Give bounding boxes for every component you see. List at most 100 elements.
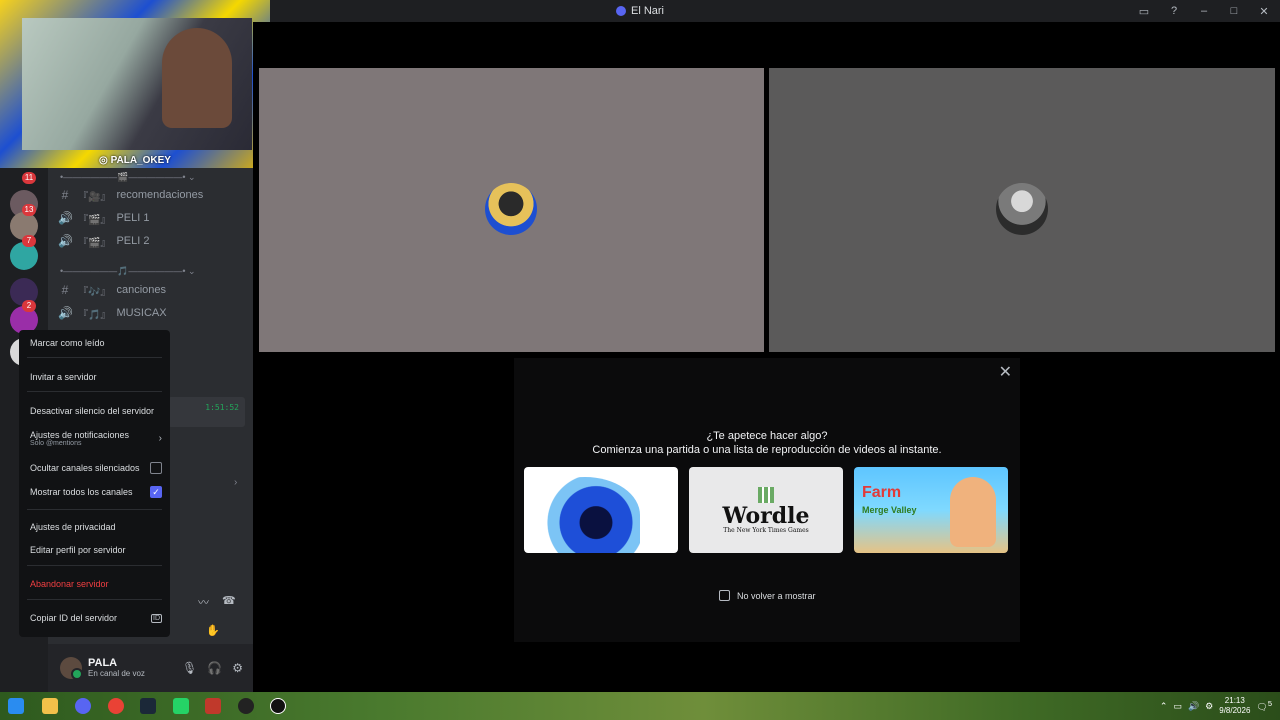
dont-show-label: No volver a mostrar	[737, 590, 816, 601]
menu-mark-read[interactable]: Marcar como leído	[30, 337, 162, 349]
channel-peli-1[interactable]: 🔊 『🎬』 PELI 1	[58, 208, 243, 228]
microphone-icon[interactable]: 🎙	[182, 661, 197, 675]
activity-subtitle: Comienza una partida o una lista de repr…	[592, 444, 942, 456]
dont-show-checkbox[interactable]	[719, 590, 730, 601]
channel-recomendaciones[interactable]: # 『🎥』 recomendaciones	[58, 185, 243, 205]
chrome-icon[interactable]	[108, 698, 124, 714]
menu-label: Marcar como leído	[30, 338, 105, 348]
activity-card-wordle[interactable]: Wordle The New York Times Games	[689, 467, 843, 553]
activity-prompt: ✕ ¿Te apetece hacer algo? Comienza una p…	[514, 358, 1020, 642]
menu-invite[interactable]: Invitar a servidor	[30, 371, 162, 383]
channel-canciones[interactable]: # 『🎶』 canciones	[58, 280, 243, 300]
activity-card-watch-together[interactable]: +	[524, 467, 678, 553]
disconnect-icon[interactable]: ☎	[222, 594, 236, 607]
server-icon	[615, 6, 626, 16]
menu-show-all[interactable]: Mostrar todos los canales ✓	[30, 485, 162, 499]
discord-icon[interactable]	[75, 698, 91, 714]
tray-chevron-up-icon[interactable]: ⌃	[1160, 701, 1168, 712]
windows-start-icon[interactable]	[8, 698, 24, 714]
unread-badge: 13	[22, 204, 36, 216]
farm-title: Farm Merge Valley	[862, 485, 917, 518]
participant-tile-1[interactable]	[259, 68, 764, 352]
text-channel-icon: #	[61, 188, 69, 202]
soundboard-icon[interactable]: ✋	[206, 624, 220, 637]
voice-channel-active[interactable]: 1:51:52	[168, 397, 245, 427]
menu-unmute-server[interactable]: Desactivar silencio del servidor	[30, 405, 162, 417]
farm-subtitle: Merge Valley	[862, 505, 917, 515]
farm-title-text: Farm	[862, 484, 902, 501]
text-channel-icon: #	[61, 283, 69, 297]
menu-hide-muted[interactable]: Ocultar canales silenciados	[30, 461, 162, 475]
clock-app-icon[interactable]	[270, 698, 286, 714]
menu-separator	[27, 599, 162, 600]
notifications-icon[interactable]: 🗨5	[1256, 699, 1272, 713]
menu-leave-server[interactable]: Abandonar servidor	[30, 578, 162, 590]
help-icon[interactable]: ?	[1166, 5, 1182, 17]
category-divider: •——————🎬——————• ⌄	[60, 172, 196, 182]
hide-muted-checkbox[interactable]	[150, 462, 162, 474]
channel-name: PELI 1	[116, 212, 150, 224]
server-context-menu: Marcar como leído Invitar a servidor Des…	[19, 330, 170, 637]
minimize-button[interactable]: –	[1196, 5, 1212, 17]
close-icon[interactable]: ✕	[999, 362, 1012, 382]
inbox-icon[interactable]: ▭	[1136, 5, 1152, 18]
app-icon[interactable]	[238, 698, 254, 714]
menu-sublabel: Solo @mentions	[30, 439, 82, 447]
file-explorer-icon[interactable]	[42, 698, 58, 714]
user-panel: PALA En canal de voz 🎙 🎧 ⚙	[48, 644, 253, 692]
menu-separator	[27, 391, 162, 392]
close-window-button[interactable]: ✕	[1256, 5, 1272, 18]
farm-character-image	[950, 477, 996, 547]
volume-icon[interactable]: 🔊	[1188, 701, 1199, 712]
whatsapp-icon[interactable]	[173, 698, 189, 714]
participant-avatar	[485, 183, 537, 235]
handle-text: PALA_OKEY	[110, 155, 171, 166]
noise-suppression-icon[interactable]: 〰	[198, 594, 209, 610]
chevron-right-icon[interactable]: ›	[234, 477, 237, 488]
wordle-subtitle: The New York Times Games	[723, 526, 809, 534]
wordle-grid-icon	[758, 486, 774, 503]
clock-time: 21:13	[1224, 696, 1245, 705]
notification-count: 5	[1267, 699, 1272, 708]
menu-copy-id[interactable]: Copiar ID del servidor ID	[30, 612, 162, 624]
webcam-handle: ◎ PALA_OKEY	[99, 155, 171, 166]
user-status: En canal de voz	[88, 669, 145, 678]
app-shield-icon[interactable]	[205, 698, 221, 714]
settings-icon[interactable]: ⚙	[1205, 701, 1213, 712]
show-all-checkbox[interactable]: ✓	[150, 486, 162, 498]
voice-channel-icon: 🔊	[58, 211, 73, 225]
steam-icon[interactable]	[140, 698, 156, 714]
webcam-overlay: ◎ PALA_OKEY	[0, 0, 270, 168]
menu-label: Ajustes de privacidad	[30, 522, 116, 532]
menu-separator	[27, 565, 162, 566]
menu-privacy[interactable]: Ajustes de privacidad	[30, 521, 162, 533]
unread-badge: 7	[22, 235, 36, 247]
window-title: El Nari	[615, 5, 664, 17]
user-info[interactable]: PALA En canal de voz	[88, 657, 145, 679]
menu-label: Mostrar todos los canales	[30, 487, 133, 497]
clock[interactable]: 21:13 9/8/2026	[1219, 696, 1250, 716]
channel-musicax[interactable]: 🔊 『🎵』 MUSICAX	[58, 303, 243, 323]
menu-edit-profile[interactable]: Editar perfil por servidor	[30, 544, 162, 556]
channel-prefix: 『🎬』	[78, 214, 111, 226]
settings-gear-icon[interactable]: ⚙	[232, 661, 243, 675]
activity-card-farm-merge-valley[interactable]: Farm Merge Valley	[854, 467, 1008, 553]
window-title-text: El Nari	[630, 5, 664, 17]
network-icon[interactable]: ▭	[1173, 701, 1182, 712]
participant-tile-2[interactable]	[769, 68, 1275, 352]
maximize-button[interactable]: □	[1226, 5, 1242, 17]
windows-taskbar: ⌃ ▭ 🔊 ⚙ 21:13 9/8/2026 🗨5	[0, 692, 1280, 720]
activity-question: ¿Te apetece hacer algo?	[706, 430, 828, 442]
menu-label: Ajustes de notificaciones	[30, 429, 130, 440]
menu-notification-settings[interactable]: Ajustes de notificaciones Solo @mentions …	[30, 427, 162, 449]
headphones-icon[interactable]: 🎧	[207, 661, 222, 675]
menu-label: Editar perfil por servidor	[30, 545, 126, 555]
menu-label: Ocultar canales silenciados	[30, 463, 140, 473]
voice-stage: ✕ ¿Te apetece hacer algo? Comienza una p…	[253, 22, 1280, 692]
voice-timer: 1:51:52	[205, 403, 239, 412]
unread-badge: 11	[22, 172, 36, 184]
dont-show-again[interactable]: No volver a mostrar	[719, 590, 816, 601]
channel-peli-2[interactable]: 🔊 『🎬』 PELI 2	[58, 231, 243, 251]
menu-label: Copiar ID del servidor	[30, 613, 118, 623]
user-avatar[interactable]	[60, 657, 83, 680]
